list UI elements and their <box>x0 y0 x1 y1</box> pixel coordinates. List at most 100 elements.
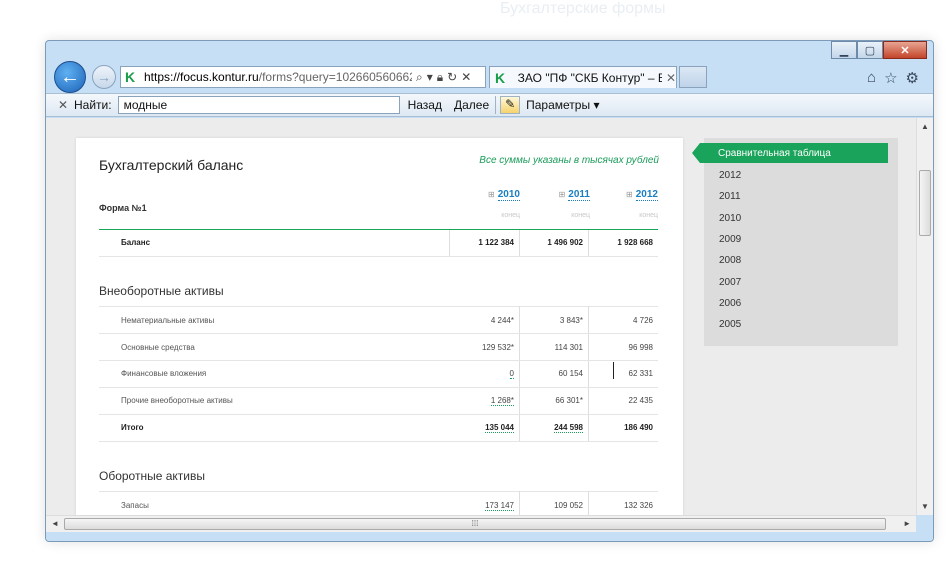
sidebar-item-2008[interactable]: 2008 <box>719 255 741 266</box>
tab-close-icon[interactable]: ✕ <box>666 71 676 85</box>
cell-value-text: 173 147 <box>485 501 514 511</box>
cell-value: 4 726 <box>632 316 653 325</box>
cell-value[interactable]: 173 147 <box>454 501 514 511</box>
page-viewport: Бухгалтерский баланс Все суммы указаны в… <box>46 118 916 515</box>
sidebar-item-2010[interactable]: 2010 <box>719 213 741 224</box>
star-icon[interactable]: ☆ <box>884 69 897 87</box>
window-controls: ▁ ▢ ✕ <box>831 41 927 59</box>
year-sub: конец <box>571 212 590 219</box>
close-window-button[interactable]: ✕ <box>883 41 927 59</box>
scroll-down-icon[interactable]: ▼ <box>921 502 929 511</box>
horizontal-scrollbar[interactable]: ◄ ⁞⁞⁞ ► <box>46 515 916 532</box>
divider <box>99 491 658 492</box>
cell-value: 60 154 <box>558 369 583 378</box>
search-icon[interactable]: ⌕ <box>416 70 423 85</box>
row-label: Запасы <box>121 501 149 510</box>
sidebar-item-2006[interactable]: 2006 <box>719 298 741 309</box>
row-label: Нематериальные активы <box>121 316 215 325</box>
form-label: Форма №1 <box>99 203 147 213</box>
total-value[interactable]: 135 044 <box>454 423 514 433</box>
divider <box>519 491 520 515</box>
balance-label: Баланс <box>121 238 151 247</box>
cell-value[interactable]: 1 268* <box>454 396 514 406</box>
divider <box>99 441 658 442</box>
balance-value: 1 928 668 <box>617 238 653 247</box>
section-title: Внеоборотные активы <box>99 284 224 298</box>
find-input[interactable]: модные <box>117 96 400 114</box>
find-next-button[interactable]: Далее <box>454 98 489 112</box>
find-prev-button[interactable]: Назад <box>408 98 442 112</box>
forward-button[interactable]: → <box>92 65 116 89</box>
cell-value: 132 326 <box>624 501 653 510</box>
row-label: Финансовые вложения <box>121 369 207 378</box>
scroll-up-icon[interactable]: ▲ <box>921 122 929 131</box>
year-label: 2012 <box>635 189 658 201</box>
sidebar-item-label: Сравнительная таблица <box>718 148 831 159</box>
stop-icon[interactable]: ✕ <box>461 70 471 85</box>
balance-value: 1 496 902 <box>547 238 583 247</box>
divider <box>495 96 497 114</box>
gear-icon[interactable]: ⚙ <box>906 69 919 87</box>
year-label: 2011 <box>568 189 590 201</box>
divider <box>449 230 450 256</box>
refresh-icon[interactable]: ↻ <box>447 70 457 85</box>
site-favicon-icon: K <box>125 69 136 85</box>
browser-window: ▁ ▢ ✕ ← → K https://focus.kontur.ru/form… <box>45 40 934 542</box>
row-label: Основные средства <box>121 343 195 352</box>
balance-value: 1 122 384 <box>478 238 514 247</box>
year-sub: конец <box>639 212 658 219</box>
total-value-text: 244 598 <box>554 423 583 433</box>
minimize-button[interactable]: ▁ <box>831 41 857 59</box>
divider <box>519 306 520 441</box>
scroll-thumb[interactable] <box>919 170 931 236</box>
tab-active[interactable]: K ЗАО "ПФ "СКБ Контур" – Б... ✕ <box>489 66 677 88</box>
sidebar-item-2011[interactable]: 2011 <box>719 191 741 202</box>
address-url[interactable]: https://focus.kontur.ru/forms?query=1026… <box>144 70 412 84</box>
find-options-button[interactable]: Параметры ▾ <box>526 98 599 112</box>
arrow-right-icon: → <box>97 69 111 85</box>
sidebar-item-2005[interactable]: 2005 <box>719 319 741 330</box>
cell-value[interactable]: 0 <box>454 369 514 379</box>
year-header-2010[interactable]: ⊞ 2010 <box>480 189 520 201</box>
cell-value: 96 998 <box>628 343 653 352</box>
cell-value-text: 0 <box>509 369 514 379</box>
find-close-icon[interactable]: ✕ <box>54 98 72 112</box>
lock-icon[interactable]: 🔒︎ <box>437 70 443 85</box>
total-value[interactable]: 244 598 <box>523 423 583 433</box>
currency-note: Все суммы указаны в тысячах рублей <box>479 155 659 166</box>
arrow-left-icon: ← <box>60 65 80 88</box>
home-icon[interactable]: ⌂ <box>867 69 876 87</box>
scroll-thumb[interactable]: ⁞⁞⁞ <box>64 518 886 530</box>
dropdown-icon[interactable]: ▾ <box>427 70 433 85</box>
back-button[interactable]: ← <box>54 61 86 93</box>
sidebar-item-comparison[interactable]: Сравнительная таблица <box>692 143 888 163</box>
status-bar <box>46 532 933 541</box>
year-sub: конец <box>501 212 520 219</box>
find-options-label: Параметры <box>526 98 591 112</box>
new-tab-button[interactable] <box>679 66 707 88</box>
sidebar-item-2007[interactable]: 2007 <box>719 277 741 288</box>
url-path: /forms?query=102660560662 <box>258 70 412 84</box>
divider <box>99 414 658 415</box>
divider <box>99 387 658 388</box>
cell-value: 109 052 <box>554 501 583 510</box>
sidebar-item-2009[interactable]: 2009 <box>719 234 741 245</box>
expand-icon: ⊞ <box>626 190 633 199</box>
cell-value: 62 331 <box>628 369 653 378</box>
scroll-left-icon[interactable]: ◄ <box>51 519 59 528</box>
year-header-2011[interactable]: ⊞ 2011 <box>550 189 590 201</box>
sidebar-item-2012[interactable]: 2012 <box>719 170 741 181</box>
cell-value-text: 1 268* <box>490 396 514 406</box>
scroll-right-icon[interactable]: ► <box>903 519 911 528</box>
vertical-scrollbar[interactable]: ▲ ▼ <box>916 118 933 515</box>
year-header-2012[interactable]: ⊞ 2012 <box>618 189 658 201</box>
tab-title: ЗАО "ПФ "СКБ Контур" – Б... <box>517 70 662 85</box>
year-sidebar: Сравнительная таблица 2012 2011 2010 200… <box>692 138 898 346</box>
maximize-button[interactable]: ▢ <box>857 41 883 59</box>
highlight-icon[interactable]: ✎ <box>500 96 521 114</box>
divider <box>99 333 658 334</box>
address-bar[interactable]: K https://focus.kontur.ru/forms?query=10… <box>120 66 486 88</box>
cell-value: 3 843* <box>559 316 583 325</box>
expand-icon: ⊞ <box>488 190 495 199</box>
divider <box>519 230 520 256</box>
